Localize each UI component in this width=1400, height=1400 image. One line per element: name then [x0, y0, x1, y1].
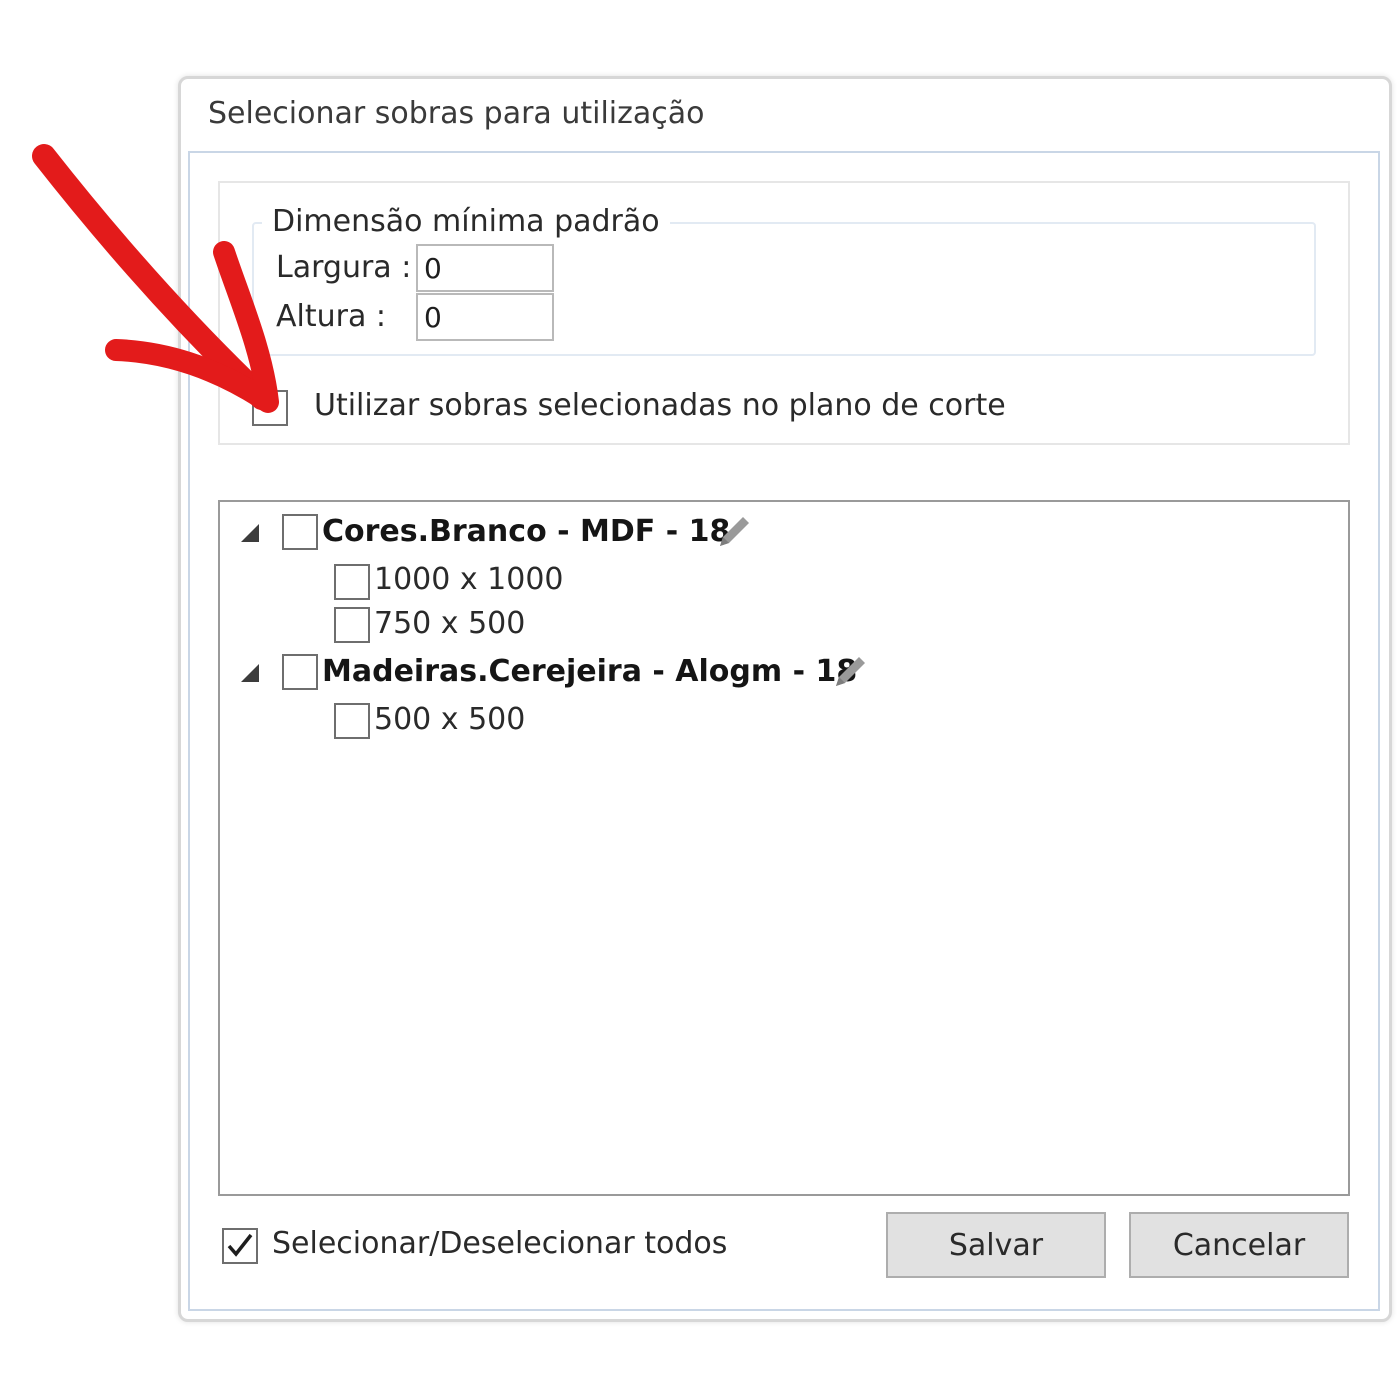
min-dimension-group	[252, 222, 1316, 356]
select-all-label: Selecionar/Deselecionar todos	[272, 1226, 728, 1261]
use-selected-checkbox[interactable]	[252, 390, 288, 426]
checkmark-icon	[227, 1233, 253, 1257]
item-checkbox[interactable]	[334, 607, 370, 643]
tree-group-label[interactable]: Cores.Branco - MDF - 18	[322, 514, 730, 549]
tree-item-label[interactable]: 500 x 500	[374, 702, 525, 737]
item-checkbox[interactable]	[334, 564, 370, 600]
tree-item-label[interactable]: 750 x 500	[374, 606, 525, 641]
pencil-icon[interactable]	[830, 652, 870, 692]
group-checkbox[interactable]	[282, 654, 318, 690]
expanded-triangle-icon[interactable]	[241, 664, 259, 682]
pencil-icon[interactable]	[714, 512, 754, 552]
height-input[interactable]	[416, 293, 554, 341]
group-checkbox[interactable]	[282, 514, 318, 550]
width-input[interactable]	[416, 244, 554, 292]
min-dimension-legend: Dimensão mínima padrão	[262, 204, 670, 239]
expanded-triangle-icon[interactable]	[241, 524, 259, 542]
save-button[interactable]: Salvar	[886, 1212, 1106, 1278]
tree-item-label[interactable]: 1000 x 1000	[374, 562, 564, 597]
select-all-checkbox[interactable]	[222, 1228, 258, 1264]
item-checkbox[interactable]	[334, 703, 370, 739]
dialog-title: Selecionar sobras para utilização	[208, 96, 705, 131]
tree-group-label[interactable]: Madeiras.Cerejeira - Alogm - 18	[322, 654, 857, 689]
height-label: Altura :	[276, 299, 386, 334]
leftover-tree[interactable]	[218, 500, 1350, 1196]
use-selected-label: Utilizar sobras selecionadas no plano de…	[314, 388, 1006, 423]
cancel-button[interactable]: Cancelar	[1129, 1212, 1349, 1278]
width-label: Largura :	[276, 250, 412, 285]
